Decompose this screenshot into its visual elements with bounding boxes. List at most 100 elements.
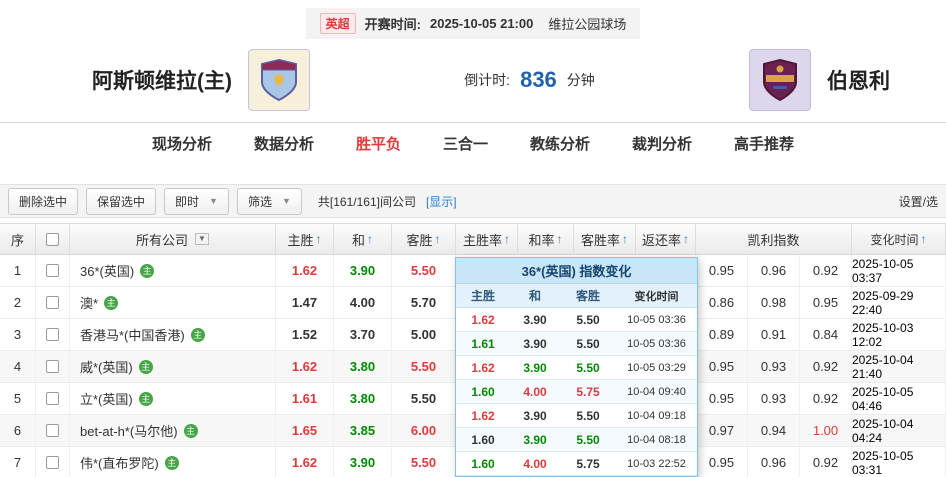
home-odds[interactable]: 1.61: [276, 383, 334, 414]
popup-col-away: 客胜: [560, 287, 616, 304]
spacer: [0, 164, 946, 184]
col-change-time-label: 变化时间: [870, 231, 918, 248]
row-checkbox[interactable]: [46, 328, 59, 341]
keep-selected-button[interactable]: 保留选中: [86, 188, 156, 215]
tab-referee-analysis[interactable]: 裁判分析: [632, 133, 692, 154]
host-badge: 主: [184, 424, 198, 438]
row-index: 1: [0, 255, 36, 286]
kelly-home: 0.89: [696, 319, 748, 350]
instant-dropdown-label: 即时: [175, 193, 199, 210]
tab-expert-recommend[interactable]: 高手推荐: [734, 133, 794, 154]
away-odds[interactable]: 6.00: [392, 415, 456, 446]
away-odds[interactable]: 5.70: [392, 287, 456, 318]
tab-live-analysis[interactable]: 现场分析: [152, 133, 212, 154]
col-away-odds[interactable]: 客胜 ↑: [392, 224, 456, 254]
home-odds[interactable]: 1.47: [276, 287, 334, 318]
col-home-rate[interactable]: 主胜率 ↑: [456, 224, 518, 254]
host-badge: 主: [139, 392, 153, 406]
row-checkbox[interactable]: [46, 456, 59, 469]
draw-odds[interactable]: 3.70: [334, 319, 392, 350]
tab-three-in-one[interactable]: 三合一: [443, 133, 488, 154]
away-odds[interactable]: 5.50: [392, 447, 456, 477]
home-odds[interactable]: 1.62: [276, 255, 334, 286]
company-name[interactable]: 立*(英国)主: [70, 383, 276, 414]
home-odds[interactable]: 1.62: [276, 351, 334, 382]
change-time: 2025-10-05 04:46: [852, 383, 946, 414]
company-name[interactable]: 36*(英国)主: [70, 255, 276, 286]
odds-comparison-page: 英超 开赛时间: 2025-10-05 21:00 维拉公园球场 阿斯顿维拉(主…: [0, 0, 946, 477]
popup-row: 1.623.905.5010-05 03:36: [456, 308, 697, 332]
draw-odds[interactable]: 3.80: [334, 383, 392, 414]
row-checkbox[interactable]: [46, 424, 59, 437]
delete-selected-button[interactable]: 删除选中: [8, 188, 78, 215]
company-name[interactable]: 威*(英国)主: [70, 351, 276, 382]
chevron-down-icon: ▼: [209, 196, 218, 206]
teams-row: 阿斯顿维拉(主) 倒计时: 836 分钟: [0, 38, 946, 122]
sort-up-icon: ↑: [557, 232, 563, 246]
row-checkbox[interactable]: [46, 360, 59, 373]
col-company[interactable]: 所有公司 ▼: [70, 224, 276, 254]
popup-header: 主胜 和 客胜 变化时间: [456, 284, 697, 308]
change-time: 2025-10-05 03:31: [852, 447, 946, 477]
col-away-rate[interactable]: 客胜率 ↑: [574, 224, 636, 254]
home-odds[interactable]: 1.65: [276, 415, 334, 446]
company-name[interactable]: 伟*(直布罗陀)主: [70, 447, 276, 477]
toolbar: 删除选中 保留选中 即时 ▼ 筛选 ▼ 共[161/161]间公司 [显示] 设…: [0, 184, 946, 218]
company-name[interactable]: 澳*主: [70, 287, 276, 318]
popup-away-odds: 5.75: [560, 385, 616, 399]
popup-home-odds: 1.62: [456, 313, 510, 327]
col-draw-rate-label: 和率: [528, 230, 554, 249]
row-checkbox-cell: [36, 351, 70, 382]
home-odds[interactable]: 1.52: [276, 319, 334, 350]
tab-data-analysis[interactable]: 数据分析: [254, 133, 314, 154]
away-odds[interactable]: 5.50: [392, 351, 456, 382]
row-checkbox[interactable]: [46, 296, 59, 309]
league-badge[interactable]: 英超: [320, 13, 356, 34]
sort-up-icon: ↑: [504, 232, 510, 246]
popup-title: 36*(英国) 指数变化: [456, 258, 697, 284]
col-draw-odds[interactable]: 和 ↑: [334, 224, 392, 254]
col-checkbox: [36, 224, 70, 254]
col-home-odds[interactable]: 主胜 ↑: [276, 224, 334, 254]
draw-odds[interactable]: 3.90: [334, 255, 392, 286]
popup-away-odds: 5.50: [560, 361, 616, 375]
select-all-checkbox[interactable]: [46, 233, 59, 246]
popup-change-time: 10-03 22:52: [616, 458, 697, 470]
tab-win-draw-lose[interactable]: 胜平负: [356, 133, 401, 154]
tab-coach-analysis[interactable]: 教练分析: [530, 133, 590, 154]
popup-draw-odds: 4.00: [510, 457, 560, 471]
row-index: 4: [0, 351, 36, 382]
show-link[interactable]: [显示]: [426, 193, 457, 210]
col-draw-rate[interactable]: 和率 ↑: [518, 224, 574, 254]
filter-dropdown-label: 筛选: [248, 193, 272, 210]
sort-up-icon: ↑: [367, 232, 373, 246]
away-odds[interactable]: 5.50: [392, 383, 456, 414]
away-odds[interactable]: 5.00: [392, 319, 456, 350]
draw-odds[interactable]: 3.85: [334, 415, 392, 446]
draw-odds[interactable]: 4.00: [334, 287, 392, 318]
settings-link[interactable]: 设置/选: [899, 193, 938, 210]
col-change-time[interactable]: 变化时间 ↑: [852, 224, 946, 254]
away-odds[interactable]: 5.50: [392, 255, 456, 286]
col-payout-rate[interactable]: 返还率 ↑: [636, 224, 696, 254]
home-odds[interactable]: 1.62: [276, 447, 334, 477]
popup-home-odds: 1.60: [456, 457, 510, 471]
col-home-label: 主胜: [287, 230, 313, 249]
instant-dropdown[interactable]: 即时 ▼: [164, 188, 229, 215]
draw-odds[interactable]: 3.80: [334, 351, 392, 382]
row-checkbox[interactable]: [46, 264, 59, 277]
draw-odds[interactable]: 3.90: [334, 447, 392, 477]
row-checkbox[interactable]: [46, 392, 59, 405]
change-time: 2025-10-04 04:24: [852, 415, 946, 446]
kickoff-label: 开赛时间:: [365, 14, 421, 33]
company-filter-dropdown-icon[interactable]: ▼: [195, 233, 209, 245]
filter-dropdown[interactable]: 筛选 ▼: [237, 188, 302, 215]
row-checkbox-cell: [36, 319, 70, 350]
company-name[interactable]: 香港马*(中国香港)主: [70, 319, 276, 350]
change-time: 2025-09-29 22:40: [852, 287, 946, 318]
change-time: 2025-10-04 21:40: [852, 351, 946, 382]
popup-change-time: 10-04 08:18: [616, 434, 697, 446]
popup-rows: 1.623.905.5010-05 03:361.613.905.5010-05…: [456, 308, 697, 476]
away-team-crest-icon: [749, 49, 811, 111]
company-name[interactable]: bet-at-h*(马尔他)主: [70, 415, 276, 446]
